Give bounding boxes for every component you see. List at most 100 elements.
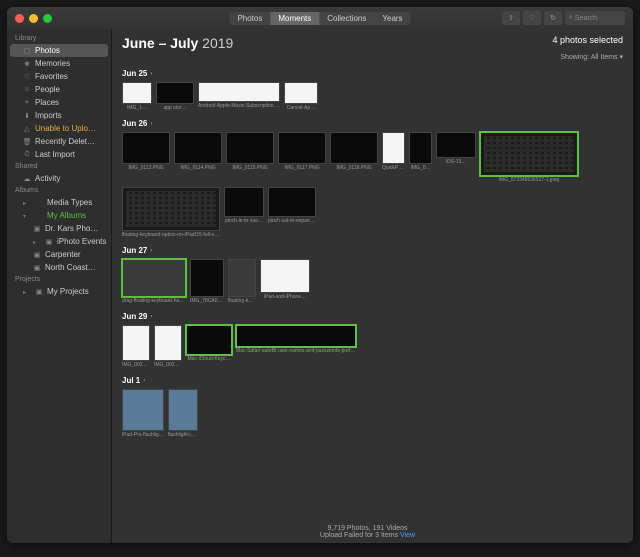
photo-thumbnail[interactable]: app stor… — [156, 82, 194, 111]
sidebar-label: Memories — [35, 59, 70, 68]
view-tab-years[interactable]: Years — [374, 12, 410, 25]
moment-date-header[interactable]: Jun 26› — [122, 119, 623, 128]
moment-date-header[interactable]: Jul 1› — [122, 376, 623, 385]
photo-thumbnail[interactable]: floating-keyboar… — [228, 259, 256, 304]
photo-thumbnail[interactable]: pinch-in-to-zoo… — [224, 187, 264, 238]
sidebar-item-favorites[interactable]: ♡Favorites — [7, 70, 111, 83]
thumbnail-caption: floating-keyboard-option-on-iPadOS-full-… — [122, 232, 220, 238]
thumbnail-caption: drag-floating-keyboard-handle-to-spring-… — [122, 298, 186, 304]
photo-thumbnail[interactable]: IMG_0… — [409, 132, 432, 183]
photo-thumbnail[interactable]: QuickPath-keyb… — [382, 132, 405, 183]
sidebar-label: Unable to Uplo… — [35, 124, 96, 133]
moment-date-header[interactable]: Jun 27› — [122, 246, 623, 255]
thumbnail-caption: IMG_0113.PNG — [128, 165, 163, 171]
sidebar-label: Activity — [35, 174, 60, 183]
sidebar-item-my-projects[interactable]: ▸▣My Projects — [7, 285, 111, 298]
photo-thumbnail[interactable]: drag-floating-keyboard-handle-to-spring-… — [122, 259, 186, 304]
sidebar-item-activity[interactable]: ☁Activity — [7, 172, 111, 185]
sidebar-label: Imports — [35, 111, 62, 120]
view-tab-collections[interactable]: Collections — [319, 12, 374, 25]
main-content[interactable]: June – July 2019 4 photos selected Showi… — [112, 29, 633, 543]
photo-thumbnail[interactable]: IMG_0026.P… — [154, 325, 182, 368]
sidebar-icon — [35, 199, 43, 207]
favorite-button[interactable]: ♡ — [523, 11, 541, 25]
thumbnail-caption: Mac-Safari-autofill-user-names-and-passw… — [236, 348, 356, 354]
zoom-window-button[interactable] — [43, 14, 52, 23]
toolbar-right: ⇪ ♡ ↻ ⌕ Search — [502, 11, 625, 25]
sidebar-label: Recently Delet… — [35, 137, 95, 146]
page-title: June – July 2019 — [122, 35, 233, 51]
sidebar-item-places[interactable]: ⌖Places — [7, 96, 111, 109]
photo-thumbnail[interactable]: IMG_0114.PNG — [174, 132, 222, 183]
photo-thumbnail[interactable]: IMG_0115.PNG — [226, 132, 274, 183]
photo-thumbnail[interactable]: IMG_072348536527-1.jpeg — [480, 132, 578, 183]
chevron-right-icon: › — [150, 121, 152, 127]
chevron-right-icon: › — [150, 248, 152, 254]
sidebar-item-media-types[interactable]: ▸Media Types — [7, 196, 111, 209]
disclosure-icon[interactable]: ▾ — [23, 213, 29, 218]
moment-date-header[interactable]: Jun 29› — [122, 312, 623, 321]
chevron-right-icon: › — [143, 378, 145, 384]
sidebar-section-library: Library — [7, 33, 111, 44]
photo-thumbnail[interactable]: iOS-13… — [436, 132, 476, 183]
sidebar-icon: ⬇ — [23, 112, 31, 120]
sidebar-item-memories[interactable]: ❀Memories — [7, 57, 111, 70]
photo-thumbnail[interactable]: IMG_1… — [122, 82, 152, 111]
sidebar-item-iphoto-events[interactable]: ▸▣iPhoto Events — [7, 235, 111, 248]
photo-thumbnail[interactable]: pinch-out-to-expand-floating-keyboard-t… — [268, 187, 316, 238]
disclosure-icon[interactable]: ▸ — [33, 239, 39, 244]
photo-thumbnail[interactable]: IMG_0025.P… — [122, 325, 150, 368]
share-button[interactable]: ⇪ — [502, 11, 520, 25]
upload-view-link[interactable]: View — [400, 532, 415, 539]
sidebar-icon — [35, 212, 43, 220]
disclosure-icon[interactable]: ▸ — [23, 200, 29, 205]
close-window-button[interactable] — [15, 14, 24, 23]
photo-thumbnail[interactable]: Mac-iCloud-Keyc… — [186, 325, 232, 368]
photo-thumbnail[interactable]: iPad-and-iPhone… — [260, 259, 310, 304]
moment-date-header[interactable]: Jun 25› — [122, 69, 623, 78]
view-tab-photos[interactable]: Photos — [229, 12, 270, 25]
sidebar-item-carpenter[interactable]: ▣Carpenter — [7, 248, 111, 261]
thumbnail-image — [122, 389, 164, 431]
photo-thumbnail[interactable]: IMG_0118.PNG — [330, 132, 378, 183]
photo-thumbnail[interactable]: flashlight-inten… — [168, 389, 198, 438]
view-tab-moments[interactable]: Moments — [270, 12, 319, 25]
sidebar-item-north-coast-[interactable]: ▣North Coast… — [7, 261, 111, 274]
thumbnail-caption: Mac-iCloud-Keyc… — [187, 356, 230, 362]
sidebar-item-people[interactable]: ☺People — [7, 83, 111, 96]
sidebar-item-last-import[interactable]: ⏱ Last Import — [7, 148, 111, 161]
sidebar-item-photos[interactable]: ▢Photos — [10, 44, 108, 57]
sidebar-icon: ⏱ — [23, 151, 31, 159]
photo-thumbnail[interactable]: iPad-Pro-flashligh… — [122, 389, 164, 438]
photo-thumbnail[interactable]: IMG_0117.PNG — [278, 132, 326, 183]
thumbnail-image — [190, 259, 224, 297]
sidebar-icon: ▣ — [33, 225, 41, 233]
thumbnail-caption: iOS-13… — [446, 159, 467, 165]
photo-thumbnail[interactable]: Cancel-Ap… — [284, 82, 318, 111]
disclosure-icon[interactable]: ▸ — [23, 289, 29, 294]
search-input[interactable]: ⌕ Search — [565, 11, 625, 25]
photo-thumbnail[interactable]: Mac-Safari-autofill-user-names-and-passw… — [236, 325, 356, 368]
thumbnail-image — [330, 132, 378, 164]
photo-thumbnail[interactable]: IMG_78CA05845… — [190, 259, 224, 304]
photo-thumbnail[interactable]: floating-keyboard-option-on-iPadOS-full-… — [122, 187, 220, 238]
sidebar-item-recently-delet-[interactable]: 🗑Recently Delet… — [7, 135, 111, 148]
photo-thumbnail[interactable]: Android-Apple-Music-Subscription.jpg — [198, 82, 280, 111]
sidebar: Library▢Photos❀Memories♡Favorites☺People… — [7, 29, 112, 543]
library-footer: 9,719 Photos, 191 Videos Upload Failed f… — [112, 525, 623, 539]
sidebar-item-dr-kars-pho-[interactable]: ▣Dr. Kars Pho… — [7, 222, 111, 235]
thumbnail-row: iPad-Pro-flashligh…flashlight-inten… — [122, 389, 623, 438]
chevron-right-icon: › — [150, 71, 152, 77]
sidebar-item-unable-to-uplo-[interactable]: △Unable to Uplo… — [7, 122, 111, 135]
sidebar-icon: ▣ — [45, 238, 53, 246]
sidebar-item-my-albums[interactable]: ▾My Albums — [7, 209, 111, 222]
thumbnail-caption: IMG_0025.P… — [122, 362, 150, 368]
rotate-button[interactable]: ↻ — [544, 11, 562, 25]
sidebar-item-imports[interactable]: ⬇ Imports — [7, 109, 111, 122]
sidebar-icon: ▢ — [23, 47, 31, 55]
showing-filter[interactable]: Showing: All Items ▾ — [122, 53, 623, 61]
minimize-window-button[interactable] — [29, 14, 38, 23]
thumbnail-caption: Cancel-Ap… — [287, 105, 315, 111]
photo-thumbnail[interactable]: IMG_0113.PNG — [122, 132, 170, 183]
sidebar-label: Last Import — [35, 150, 75, 159]
